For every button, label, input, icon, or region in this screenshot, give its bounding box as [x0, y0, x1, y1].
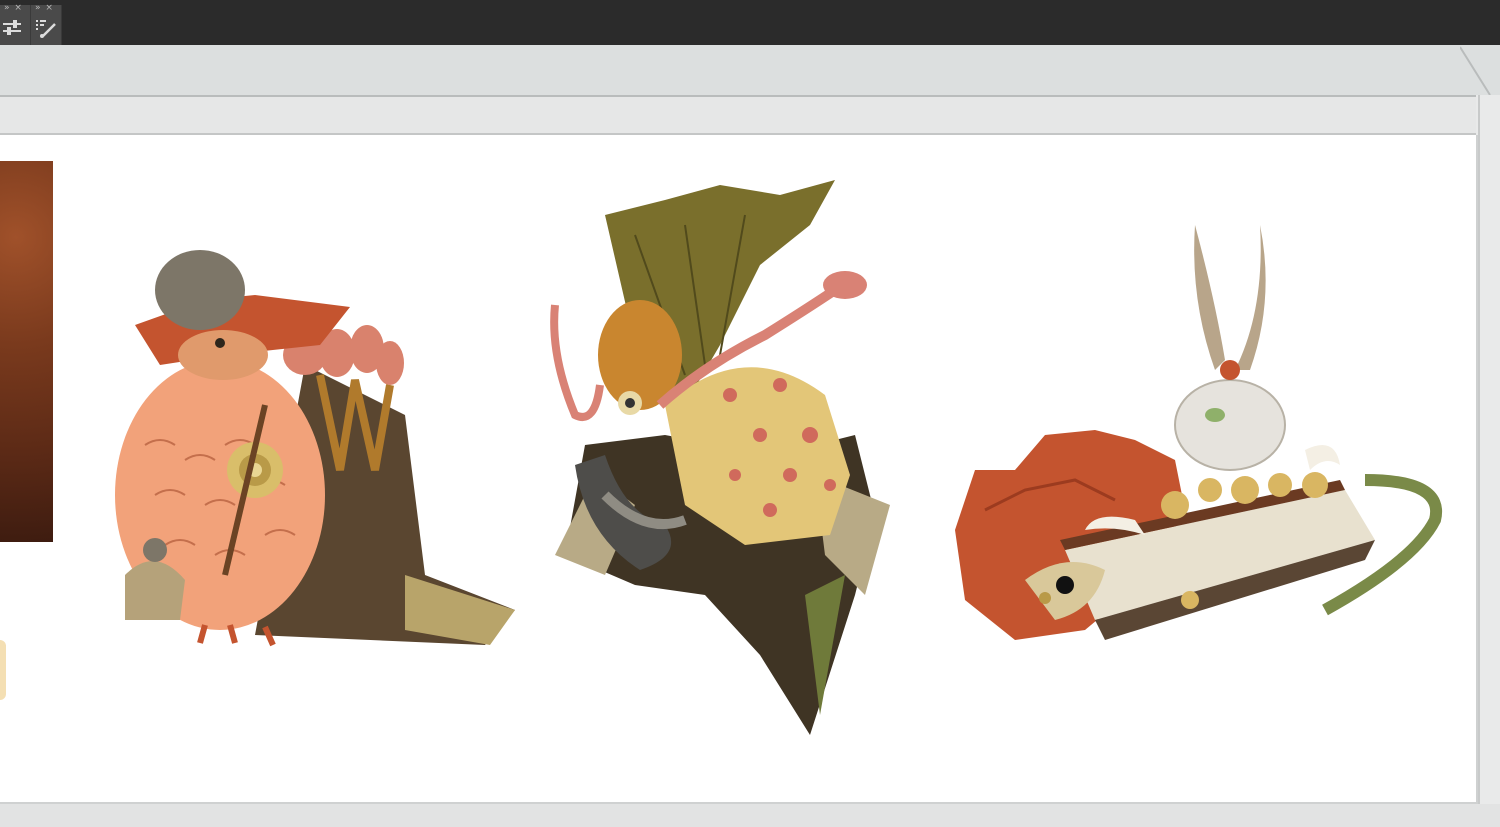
horizontal-scrollbar[interactable]: [0, 804, 1500, 827]
panel-collapse-icon[interactable]: » ×: [4, 3, 23, 13]
armored-horned-creature-drawing: [550, 180, 890, 735]
fire-nest-creature-drawing: [955, 225, 1443, 640]
document-tab-band: [0, 97, 1500, 135]
brush-tool-button[interactable]: » ×: [31, 3, 62, 45]
ribbon-corner-fold: [1460, 46, 1491, 96]
app-top-bar: » × » ×: [0, 0, 1500, 45]
cropped-shape: [0, 640, 6, 700]
round-bird-creature-drawing: [115, 250, 515, 647]
sliders-icon: [3, 20, 21, 35]
options-ribbon: [0, 45, 1500, 97]
adjust-sliders-tool-button[interactable]: » ×: [0, 3, 31, 45]
texture-swatch: [0, 161, 53, 542]
panel-collapse-icon[interactable]: » ×: [35, 3, 54, 13]
brush-icon: [36, 20, 56, 38]
scrollbar-edge: [1478, 95, 1480, 827]
vertical-scrollbar[interactable]: [1476, 95, 1500, 827]
